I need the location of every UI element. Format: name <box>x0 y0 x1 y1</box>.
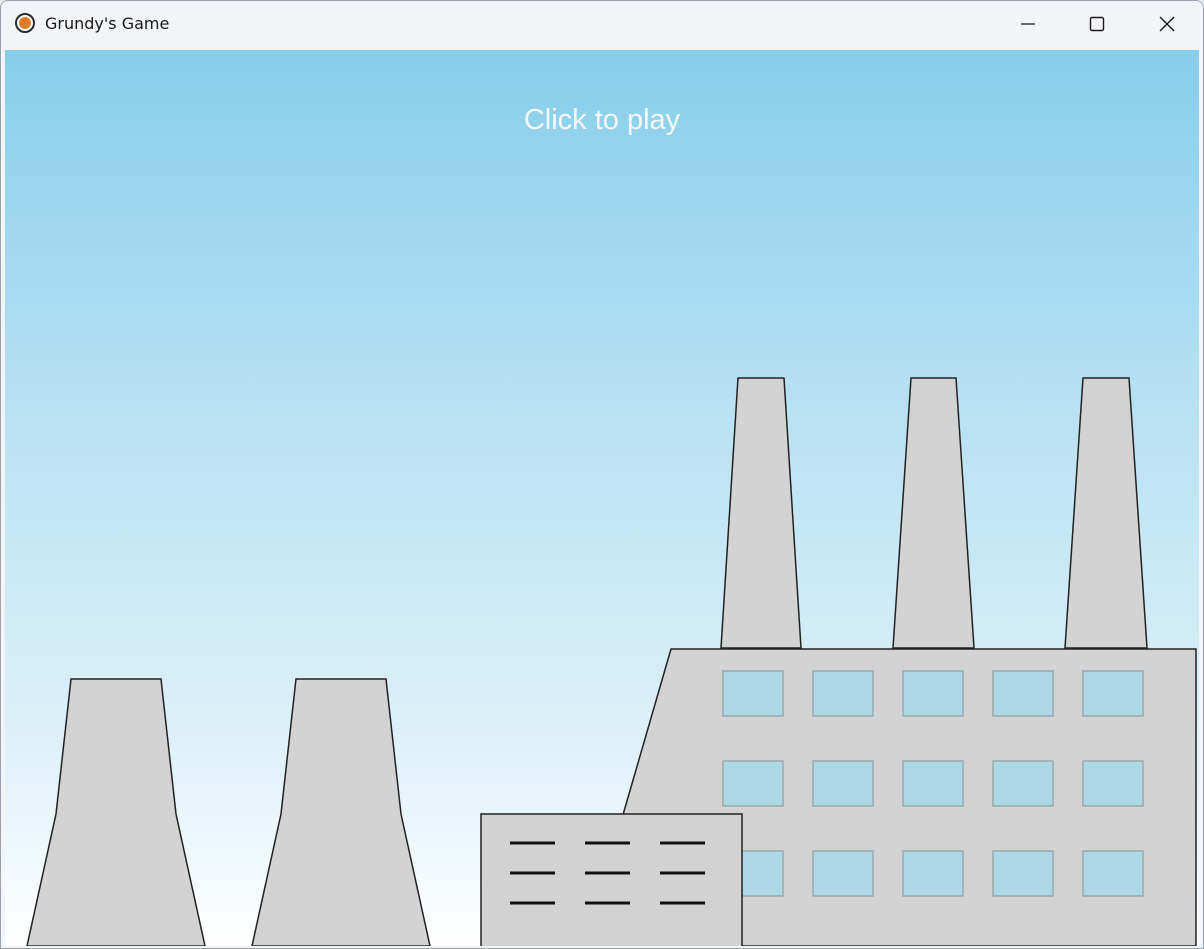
chimney-1 <box>720 377 802 649</box>
maximize-button[interactable] <box>1066 1 1128 47</box>
minimize-button[interactable] <box>997 1 1059 47</box>
factory-window <box>992 760 1054 807</box>
cooling-tower-right <box>251 678 431 946</box>
factory-window <box>1082 760 1144 807</box>
factory-window <box>1082 670 1144 717</box>
window-title: Grundy's Game <box>45 14 170 33</box>
app-logo-icon <box>15 13 35 33</box>
factory-window <box>902 850 964 897</box>
click-to-play-prompt[interactable]: Click to play <box>5 104 1199 137</box>
factory-window <box>812 850 874 897</box>
annex-building <box>480 813 743 946</box>
factory-window <box>812 760 874 807</box>
factory-scene <box>26 377 1197 946</box>
factory-window <box>992 850 1054 897</box>
maximize-icon <box>1089 16 1105 32</box>
chimney-2 <box>892 377 975 649</box>
minimize-icon <box>1021 23 1035 25</box>
factory-window <box>902 760 964 807</box>
cooling-tower-left <box>26 678 206 946</box>
game-canvas[interactable]: Click to play <box>5 50 1199 946</box>
title-bar[interactable]: Grundy's Game <box>1 1 1203 49</box>
factory-window <box>1082 850 1144 897</box>
close-icon <box>1159 16 1175 32</box>
factory-window <box>992 670 1054 717</box>
chimney-3 <box>1064 377 1148 649</box>
factory-window <box>722 670 784 717</box>
app-window: Grundy's Game Click to play <box>0 0 1204 949</box>
factory-window <box>812 670 874 717</box>
factory-window <box>902 670 964 717</box>
factory-window <box>722 760 784 807</box>
close-button[interactable] <box>1136 1 1198 47</box>
